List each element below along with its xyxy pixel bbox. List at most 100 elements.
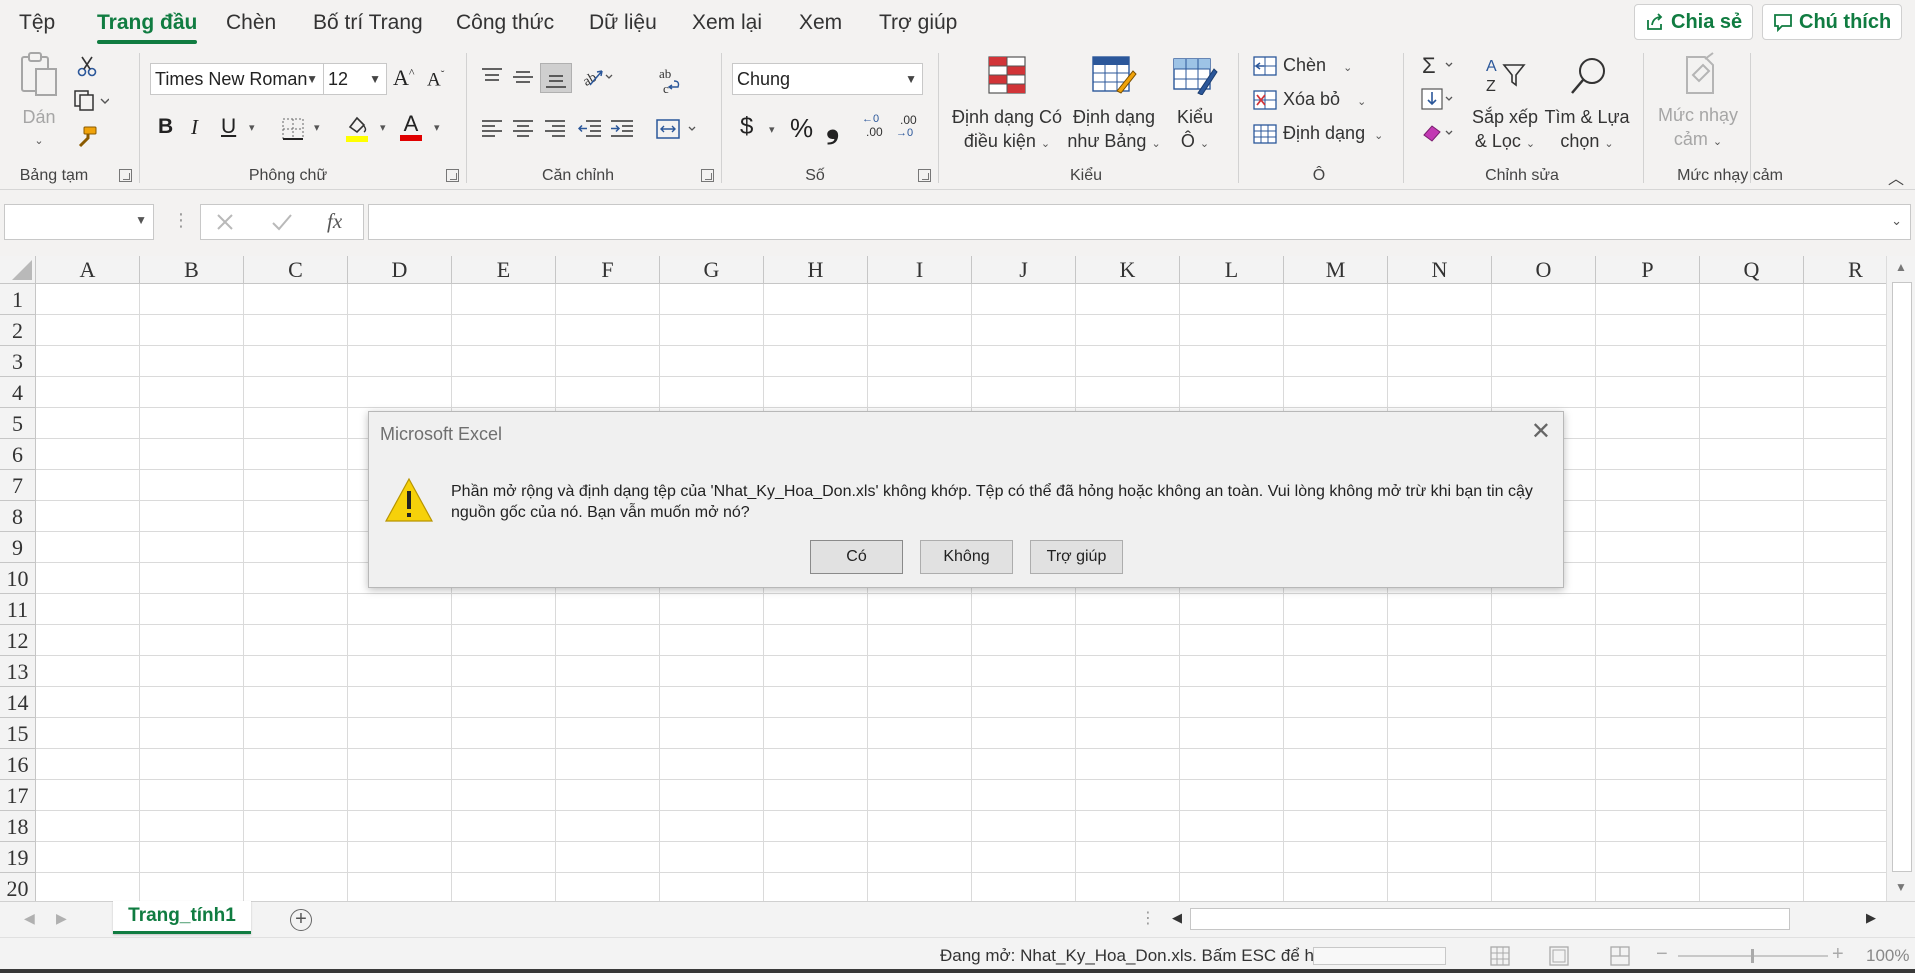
column-header[interactable]: B xyxy=(140,256,244,284)
comma-style-button[interactable]: ❟ xyxy=(826,107,839,146)
row-header[interactable]: 14 xyxy=(0,687,36,718)
tab-insert[interactable]: Chèn xyxy=(226,11,276,35)
conditional-formatting-button[interactable]: Định dạng Có điều kiện ⌄ xyxy=(950,55,1064,156)
confirm-entry-icon[interactable] xyxy=(271,212,293,232)
row-header[interactable]: 8 xyxy=(0,501,36,532)
column-header[interactable]: I xyxy=(868,256,972,284)
merge-center-icon[interactable] xyxy=(655,117,699,141)
row-header[interactable]: 11 xyxy=(0,594,36,625)
scroll-left-icon[interactable]: ◀ xyxy=(1172,910,1182,926)
expand-formula-bar-icon[interactable]: ⌄ xyxy=(1891,213,1902,229)
decrease-decimal-button[interactable]: .00 →0 xyxy=(896,113,926,143)
tab-page-layout[interactable]: Bố trí Trang xyxy=(313,11,423,35)
row-header[interactable]: 13 xyxy=(0,656,36,687)
zoom-slider[interactable] xyxy=(1678,949,1828,963)
row-header[interactable]: 3 xyxy=(0,346,36,377)
format-cells-button[interactable]: Định dạng ⌄ xyxy=(1252,121,1383,148)
number-launcher-icon[interactable] xyxy=(918,169,931,182)
row-header[interactable]: 2 xyxy=(0,315,36,346)
font-name-select[interactable]: Times New Roman ▼ xyxy=(150,63,324,95)
currency-caret-icon[interactable]: ▾ xyxy=(769,123,775,136)
column-header[interactable]: R xyxy=(1804,256,1886,284)
align-left-icon[interactable] xyxy=(481,119,503,139)
vertical-scrollbar[interactable]: ▲ ▼ xyxy=(1886,256,1915,901)
align-right-icon[interactable] xyxy=(544,119,566,139)
increase-indent-icon[interactable] xyxy=(610,119,634,139)
column-header[interactable]: K xyxy=(1076,256,1180,284)
font-size-select[interactable]: 12 ▼ xyxy=(323,63,387,95)
find-select-button[interactable]: Tìm & Lựa chọn ⌄ xyxy=(1542,55,1632,156)
share-button[interactable]: Chia sẻ xyxy=(1634,4,1754,40)
column-header[interactable]: G xyxy=(660,256,764,284)
tab-home[interactable]: Trang đầu xyxy=(97,11,198,44)
zoom-level[interactable]: 100% xyxy=(1866,946,1909,966)
collapse-ribbon-icon[interactable]: ︿ xyxy=(1888,165,1904,189)
help-button[interactable]: Trợ giúp xyxy=(1030,540,1123,574)
column-header[interactable]: E xyxy=(452,256,556,284)
autosum-icon[interactable]: Σ xyxy=(1420,53,1458,77)
font-color-caret-icon[interactable]: ▾ xyxy=(434,121,440,134)
column-header[interactable]: H xyxy=(764,256,868,284)
comments-button[interactable]: Chú thích xyxy=(1762,4,1903,40)
zoom-out-icon[interactable]: − xyxy=(1656,943,1668,966)
borders-icon[interactable] xyxy=(281,117,305,141)
clipboard-launcher-icon[interactable] xyxy=(119,169,132,182)
format-painter-icon[interactable] xyxy=(74,125,98,149)
horizontal-scrollbar[interactable]: ◀ ▶ xyxy=(1168,906,1888,932)
align-center-icon[interactable] xyxy=(512,119,534,139)
tab-view[interactable]: Xem xyxy=(799,11,842,35)
add-sheet-icon[interactable]: + xyxy=(290,909,312,931)
select-all-corner[interactable] xyxy=(0,256,36,284)
row-header[interactable]: 7 xyxy=(0,470,36,501)
row-header[interactable]: 12 xyxy=(0,625,36,656)
delete-cells-button[interactable]: Xóa bỏ ⌄ xyxy=(1252,87,1366,114)
column-header[interactable]: C xyxy=(244,256,348,284)
decrease-font-size-icon[interactable]: Aˇ xyxy=(427,69,444,91)
bold-button[interactable]: B xyxy=(158,115,173,139)
cell-area[interactable] xyxy=(36,284,1886,901)
zoom-in-icon[interactable]: + xyxy=(1832,943,1844,966)
no-button[interactable]: Không xyxy=(920,540,1013,574)
borders-caret-icon[interactable]: ▾ xyxy=(314,121,320,134)
insert-cells-button[interactable]: Chèn ⌄ xyxy=(1252,53,1352,80)
column-header[interactable]: A xyxy=(36,256,140,284)
formula-input[interactable]: ⌄ xyxy=(368,204,1911,240)
insert-function-icon[interactable]: fx xyxy=(327,209,342,234)
column-header[interactable]: M xyxy=(1284,256,1388,284)
paste-button[interactable]: Dán ⌄ xyxy=(18,51,60,153)
italic-button[interactable]: I xyxy=(191,115,198,140)
row-header[interactable]: 17 xyxy=(0,780,36,811)
row-header[interactable]: 10 xyxy=(0,563,36,594)
row-header[interactable]: 6 xyxy=(0,439,36,470)
dialog-close-icon[interactable]: ✕ xyxy=(1531,420,1551,444)
vertical-scroll-thumb[interactable] xyxy=(1892,282,1912,872)
sort-filter-button[interactable]: A Z Sắp xếp & Lọc ⌄ xyxy=(1470,55,1540,156)
format-as-table-button[interactable]: Định dạng như Bảng ⌄ xyxy=(1066,55,1162,156)
fill-color-caret-icon[interactable]: ▾ xyxy=(380,121,386,134)
name-box-caret-icon[interactable]: ▼ xyxy=(135,213,147,227)
increase-font-size-icon[interactable]: A^ xyxy=(393,65,415,91)
row-header[interactable]: 19 xyxy=(0,842,36,873)
tab-help[interactable]: Trợ giúp xyxy=(879,11,957,35)
sheet-tab[interactable]: Trang_tính1 xyxy=(113,901,251,934)
clear-icon[interactable] xyxy=(1420,121,1458,145)
column-header[interactable]: Q xyxy=(1700,256,1804,284)
tab-file[interactable]: Tệp xyxy=(19,11,55,35)
scroll-down-icon[interactable]: ▼ xyxy=(1895,880,1907,894)
row-header[interactable]: 15 xyxy=(0,718,36,749)
row-header[interactable]: 18 xyxy=(0,811,36,842)
underline-caret-icon[interactable]: ▾ xyxy=(249,121,255,134)
orientation-icon[interactable]: ab xyxy=(580,65,614,89)
column-header[interactable]: O xyxy=(1492,256,1596,284)
fill-icon[interactable] xyxy=(1420,87,1458,111)
row-header[interactable]: 4 xyxy=(0,377,36,408)
column-header[interactable]: N xyxy=(1388,256,1492,284)
align-bottom-button[interactable] xyxy=(540,63,572,93)
zoom-slider-thumb[interactable] xyxy=(1751,949,1754,963)
font-color-icon[interactable]: A xyxy=(398,111,424,143)
decrease-indent-icon[interactable] xyxy=(578,119,602,139)
fill-color-icon[interactable] xyxy=(344,113,370,143)
tab-split-handle-icon[interactable]: ⋮ xyxy=(1140,908,1156,928)
copy-icon[interactable] xyxy=(73,89,109,111)
tab-formulas[interactable]: Công thức xyxy=(456,11,554,35)
